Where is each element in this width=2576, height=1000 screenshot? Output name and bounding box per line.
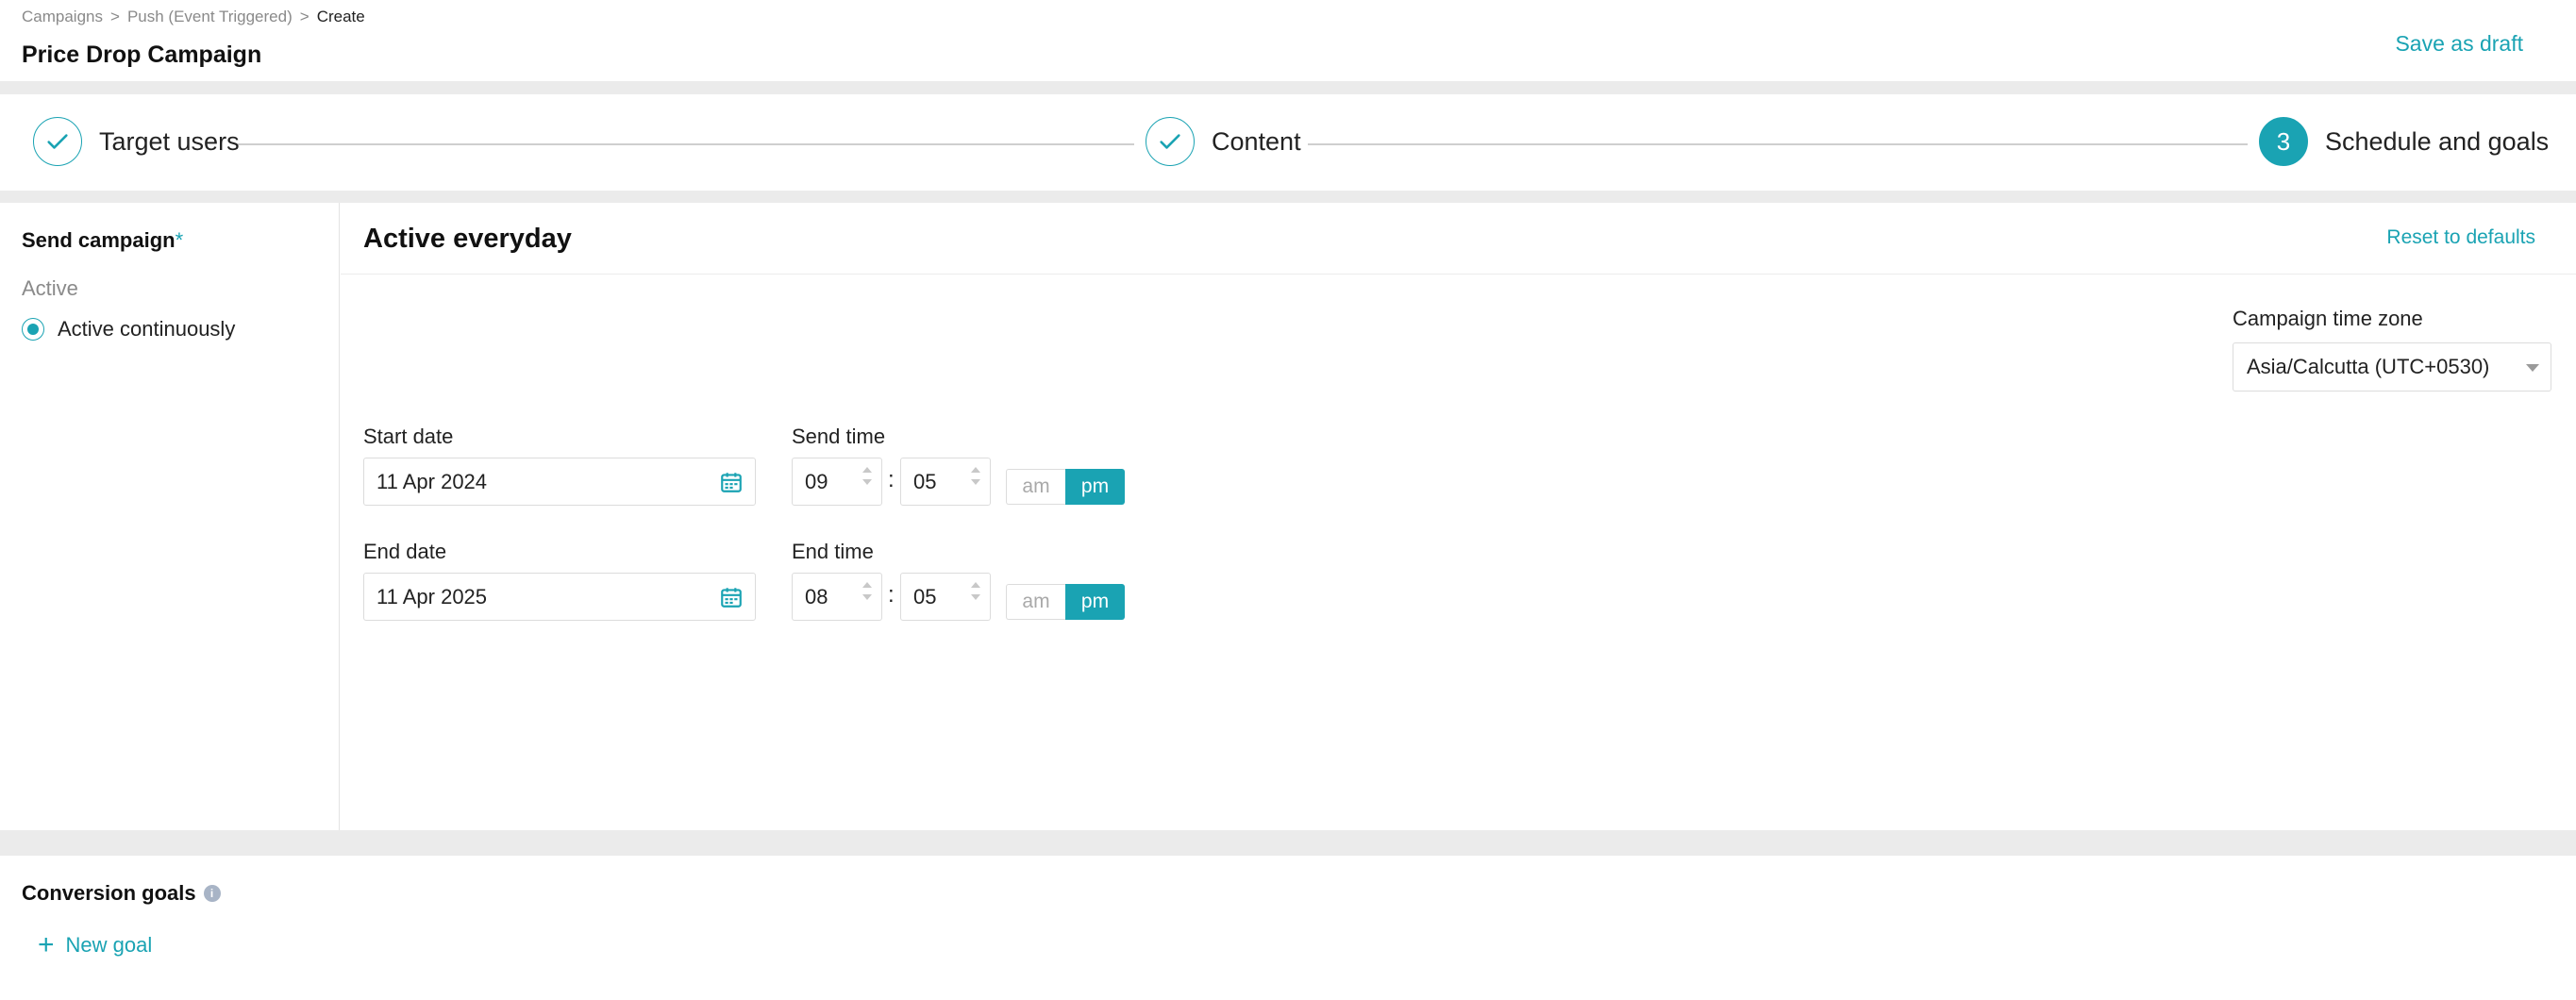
step-target-users[interactable]: Target users [33,117,240,166]
timezone-label: Campaign time zone [2233,307,2423,330]
conversion-goals-text: Conversion goals [22,881,196,905]
step-label: Schedule and goals [2325,126,2550,156]
breadcrumb-separator: > [110,8,120,25]
breadcrumb: Campaigns > Push (Event Triggered) > Cre… [22,8,365,26]
timezone-select[interactable]: Asia/Calcutta (UTC+0530) [2233,342,2551,392]
end-hour-stepper[interactable]: 08 [792,573,882,621]
end-time-label: End time [792,540,874,563]
timezone-value: Asia/Calcutta (UTC+0530) [2247,355,2490,378]
page-header: Campaigns > Push (Event Triggered) > Cre… [0,0,2576,81]
conversion-goals-label: Conversion goals i [22,881,221,906]
end-hour-value: 08 [805,584,828,608]
step-schedule-and-goals[interactable]: 3 Schedule and goals [2259,117,2549,166]
radio-active-continuously[interactable]: Active continuously [22,317,235,342]
stepper-arrows-icon[interactable] [971,467,980,485]
step-label: Target users [99,126,240,156]
end-date-value: 11 Apr 2025 [376,584,488,608]
campaign-stepper: Target users Content 3 Schedule and goal… [0,94,2576,191]
end-am-button[interactable]: am [1006,584,1065,620]
end-ampm-toggle: am pm [1006,584,1125,620]
send-campaign-text: Send campaign [22,228,176,252]
calendar-icon[interactable] [719,470,744,494]
breadcrumb-push-event-triggered[interactable]: Push (Event Triggered) [127,8,293,26]
send-minute-stepper[interactable]: 05 [900,458,991,506]
end-minute-stepper[interactable]: 05 [900,573,991,621]
step-label: Content [1212,126,1301,156]
conversion-goals-panel: Conversion goals i + New goal [0,856,2576,1000]
plus-icon: + [38,929,55,960]
new-goal-button[interactable]: + New goal [38,931,152,959]
radio-label: Active continuously [58,317,236,341]
breadcrumb-separator: > [299,8,309,25]
time-separator: : [888,467,895,492]
end-pm-button[interactable]: pm [1065,584,1125,620]
send-am-button[interactable]: am [1006,469,1065,505]
stepper-arrows-icon[interactable] [862,467,872,485]
radio-selected-icon[interactable] [22,318,44,341]
send-ampm-toggle: am pm [1006,469,1125,505]
send-hour-value: 09 [805,469,828,493]
send-campaign-label: Send campaign* [22,228,183,253]
start-date-input[interactable]: 11 Apr 2024 [363,458,756,506]
check-icon [1146,117,1195,166]
new-goal-label: New goal [65,933,153,957]
step-connector [238,143,1134,145]
reset-to-defaults-link[interactable]: Reset to defaults [2386,226,2535,249]
section-header: Active everyday Reset to defaults [341,203,2576,275]
send-hour-stepper[interactable]: 09 [792,458,882,506]
save-as-draft-button[interactable]: Save as draft [2395,31,2523,57]
calendar-icon[interactable] [719,585,744,609]
step-content[interactable]: Content [1146,117,1301,166]
info-icon[interactable]: i [203,885,221,902]
time-separator: : [888,582,895,608]
breadcrumb-create: Create [316,8,365,25]
schedule-panel: Send campaign* Active Active continuousl… [0,203,2576,830]
start-date-value: 11 Apr 2024 [376,469,488,493]
send-pm-button[interactable]: pm [1065,469,1125,505]
step-number: 3 [2259,117,2308,166]
caret-down-icon [2526,364,2539,372]
send-time-label: Send time [792,425,886,448]
send-campaign-column: Send campaign* Active Active continuousl… [0,203,340,830]
page-title: Price Drop Campaign [22,42,262,68]
active-group-label: Active [22,276,78,300]
section-title: Active everyday [363,224,572,254]
check-icon [33,117,82,166]
step-connector [1308,143,2248,145]
end-date-input[interactable]: 11 Apr 2025 [363,573,756,621]
required-mark: * [175,228,184,252]
breadcrumb-campaigns[interactable]: Campaigns [22,8,103,26]
send-minute-value: 05 [913,469,937,493]
stepper-arrows-icon[interactable] [971,582,980,600]
start-date-label: Start date [363,425,454,448]
stepper-arrows-icon[interactable] [862,582,872,600]
end-date-label: End date [363,540,447,563]
end-minute-value: 05 [913,584,937,608]
